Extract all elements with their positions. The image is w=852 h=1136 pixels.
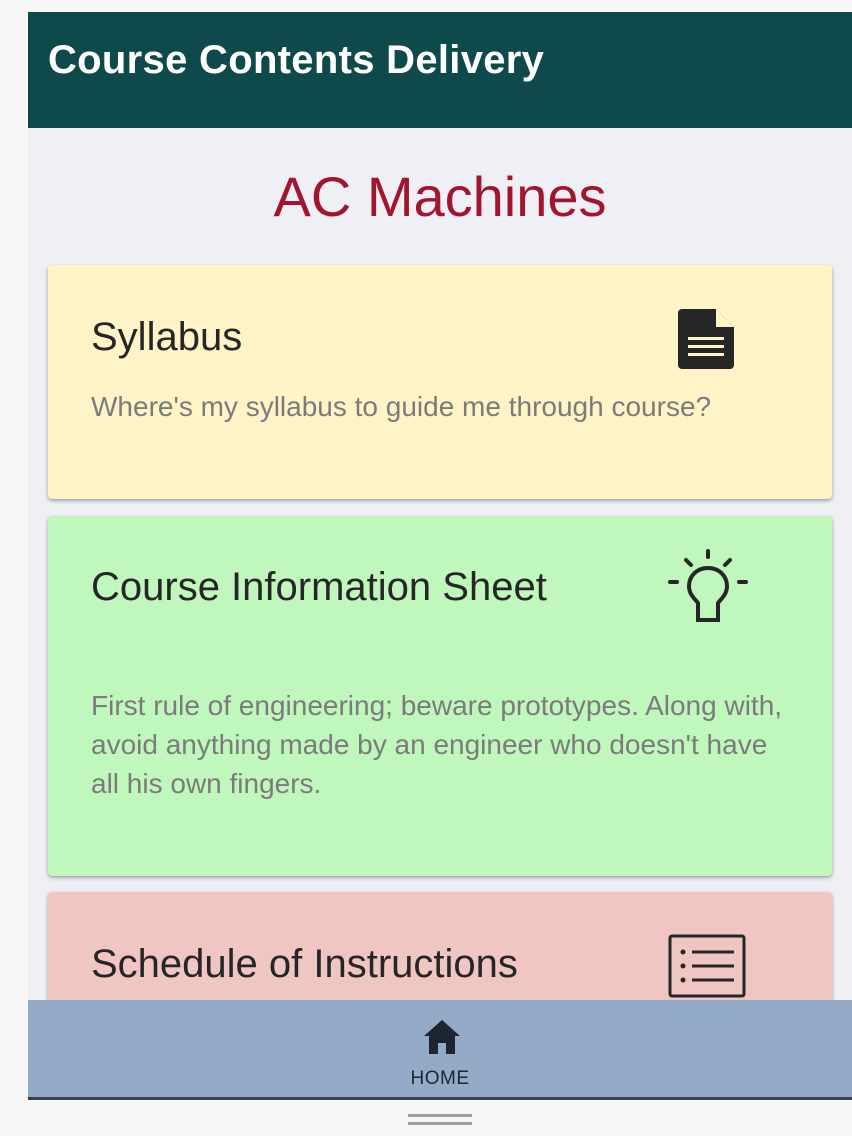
screen: Course Contents Delivery AC Machines Syl… [0, 0, 852, 1136]
document-icon [678, 309, 734, 369]
home-icon [424, 1020, 460, 1054]
page-title: AC Machines [273, 165, 607, 228]
bottom-navigation: HOME [28, 1000, 852, 1100]
card-description: Where's my syllabus to guide me through … [91, 391, 712, 422]
card-title: Course Information Sheet [91, 565, 547, 609]
drag-handle[interactable] [408, 1114, 472, 1128]
card-course-information-sheet[interactable]: Course Information Sheet First rule of e… [48, 516, 832, 876]
app-bar: Course Contents Delivery [28, 12, 852, 128]
app-title: Course Contents Delivery [48, 38, 545, 82]
card-description: First rule of engineering; beware protot… [91, 690, 783, 799]
app-viewport: Course Contents Delivery AC Machines Syl… [28, 12, 852, 1100]
list-icon [668, 934, 746, 998]
card-syllabus[interactable]: Syllabus Where's my syllabus to guide me… [48, 265, 832, 499]
card-title: Schedule of Instructions [91, 942, 518, 986]
lightbulb-icon [668, 549, 748, 622]
nav-home-label: HOME [410, 1068, 470, 1089]
nav-home-button[interactable]: HOME [390, 1014, 490, 1094]
card-title: Syllabus [91, 315, 243, 359]
